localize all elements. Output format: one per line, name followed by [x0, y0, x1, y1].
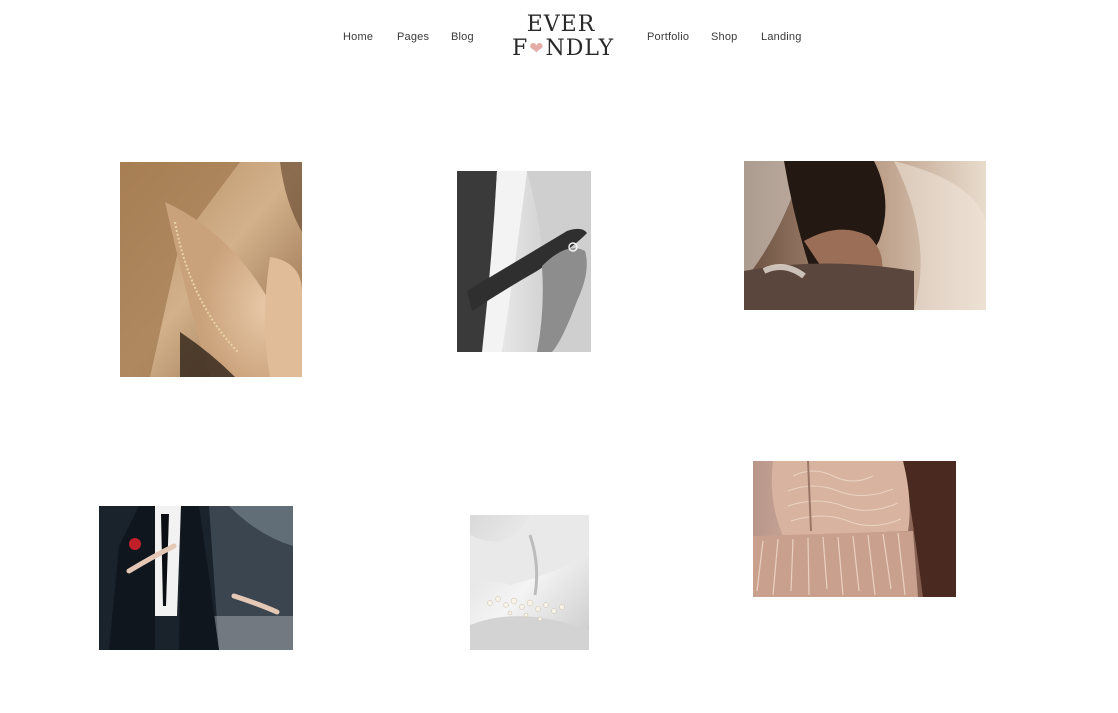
nav-pages[interactable]: Pages — [397, 31, 429, 43]
site-logo[interactable]: EVER F❤NDLY — [512, 12, 613, 63]
gallery-photo-groom-dancing[interactable] — [99, 506, 293, 650]
logo-line-ever: EVER — [526, 12, 596, 37]
nav-blog[interactable]: Blog — [451, 31, 474, 43]
gallery-photo-bride-hands[interactable] — [457, 171, 591, 352]
logo-line-fondly: F❤NDLY — [512, 36, 613, 61]
gallery-photo-beaded-dress[interactable] — [753, 461, 956, 597]
logo-letter-f: F — [512, 36, 529, 61]
nav-landing[interactable]: Landing — [761, 31, 802, 43]
gallery-photo-bride-neck[interactable] — [120, 162, 302, 377]
logo-letters-ndly: NDLY — [545, 36, 615, 61]
gallery-photo-hair-accessory[interactable] — [470, 515, 589, 650]
heart-icon: ❤ — [529, 39, 545, 59]
nav-shop[interactable]: Shop — [711, 31, 738, 43]
nav-home[interactable]: Home — [343, 31, 373, 43]
nav-portfolio[interactable]: Portfolio — [647, 31, 689, 43]
site-header: Home Pages Blog EVER F❤NDLY Portfolio Sh… — [0, 0, 1118, 80]
gallery-photo-couple-veil[interactable] — [744, 161, 986, 310]
